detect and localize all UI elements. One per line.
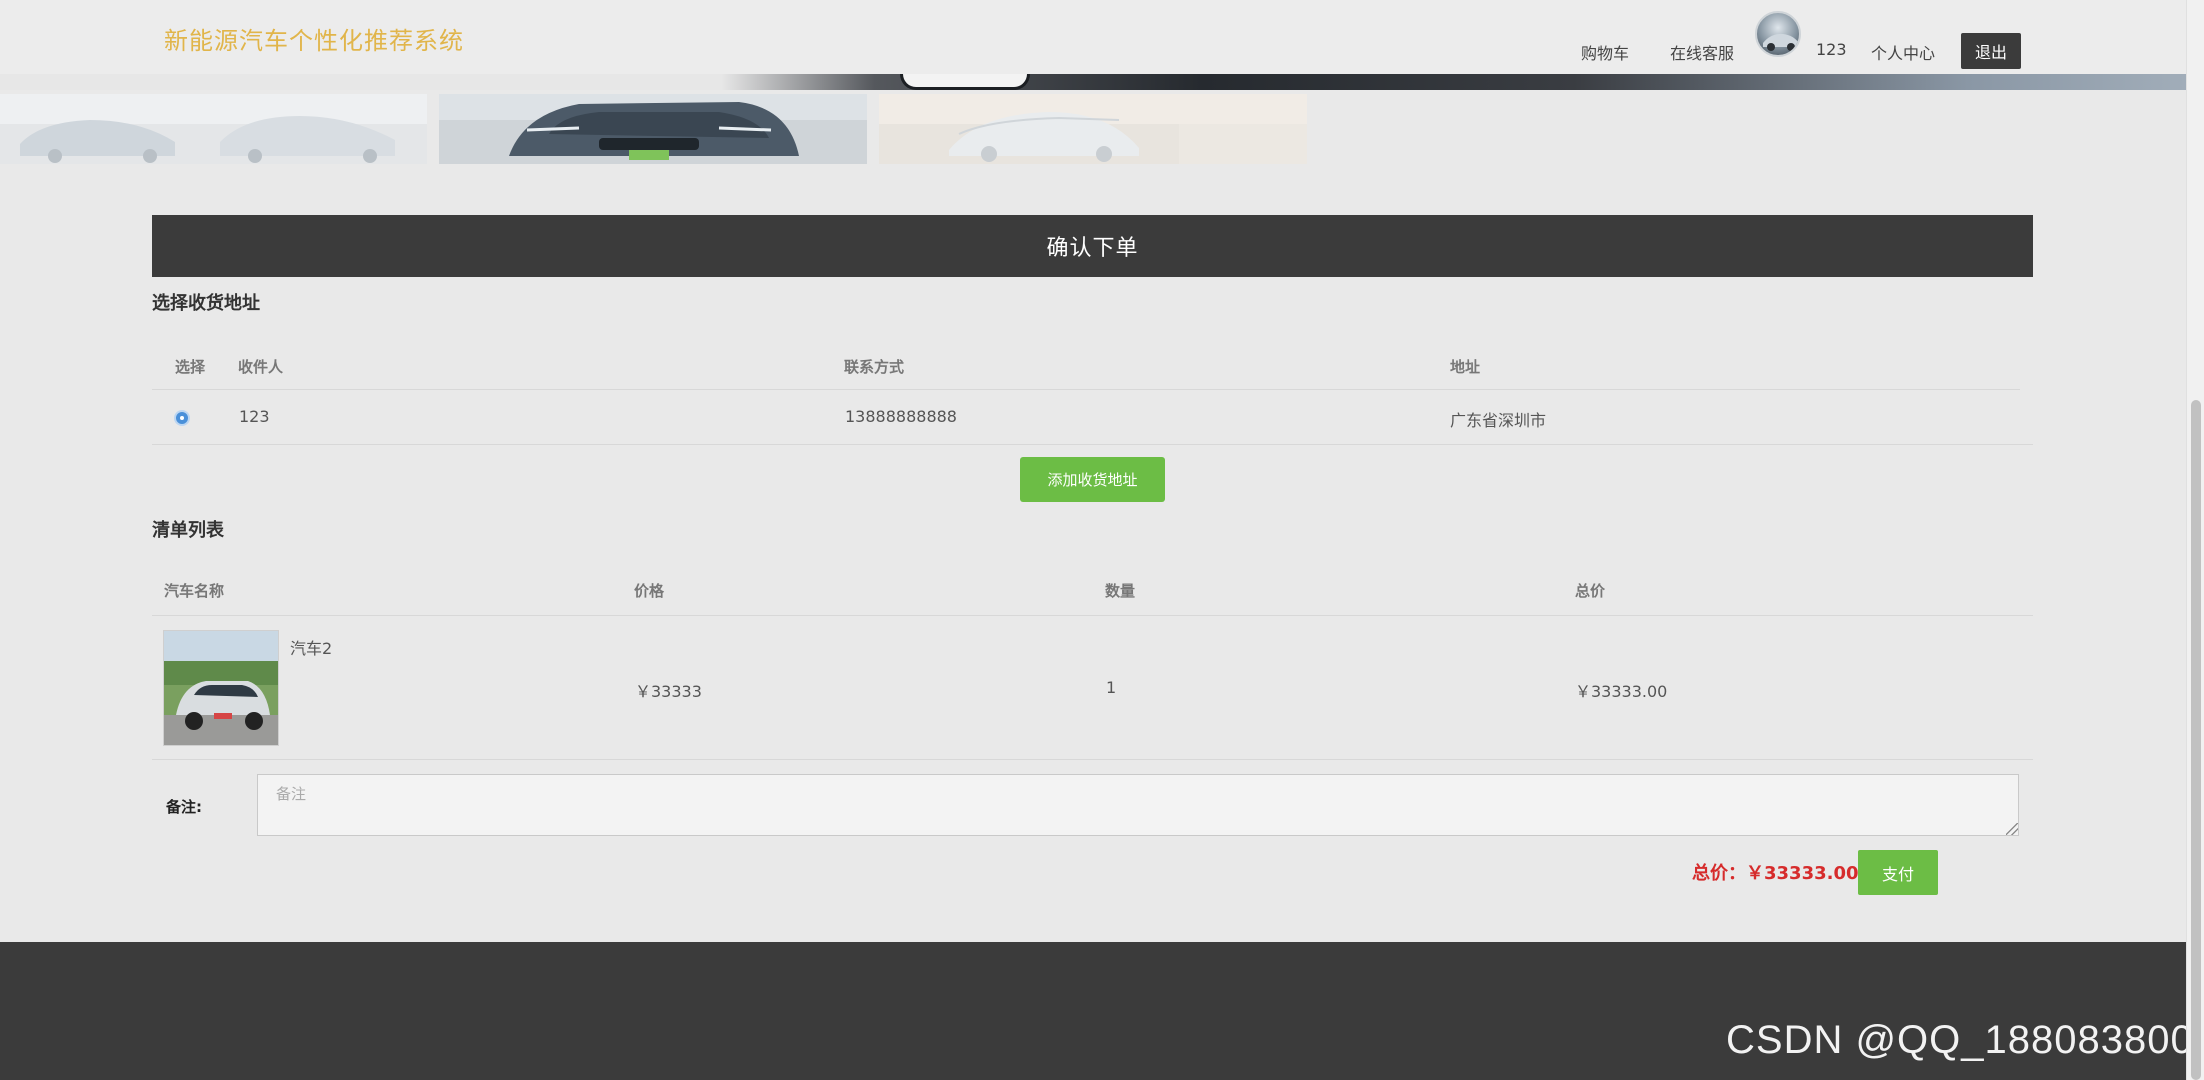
car-subtotal: ￥33333.00 (1575, 682, 1668, 701)
nav-cart-link[interactable]: 购物车 (1581, 40, 1629, 64)
car-photo-icon (0, 94, 427, 164)
car-thumbnail[interactable] (163, 630, 279, 746)
recipient-phone: 13888888888 (845, 407, 957, 426)
avatar[interactable] (1755, 11, 1801, 57)
banner-thumbnail[interactable] (0, 94, 427, 164)
column-header-car-name: 汽车名称 (164, 582, 225, 600)
recipient-name: 123 (239, 407, 270, 426)
table-row: 汽车2 ￥33333 1 ￥33333.00 (152, 616, 2033, 760)
nav-menu: 购物车 在线客服 123 个人中心 退出 (0, 0, 2186, 74)
address-section-title: 选择收货地址 (152, 293, 260, 314)
car-name[interactable]: 汽车2 (290, 635, 332, 659)
car-photo-icon (164, 631, 278, 745)
nav-service-link[interactable]: 在线客服 (1670, 40, 1734, 64)
order-total: 总价：￥33333.00 (1692, 863, 1859, 884)
remark-label: 备注: (166, 798, 202, 816)
banner-thumbnail[interactable] (879, 94, 1307, 164)
confirm-order-title-bar: 确认下单 (152, 215, 2033, 277)
page-scrollbar[interactable] (2186, 0, 2204, 1080)
banner-wheel-rim (900, 74, 1030, 90)
banner-thumbnail-active[interactable] (439, 94, 867, 164)
car-photo-icon (439, 94, 867, 164)
car-photo-icon (879, 94, 1307, 164)
column-header-quantity: 数量 (1105, 582, 1136, 600)
column-header-subtotal: 总价 (1575, 582, 1606, 600)
recipient-address: 广东省深圳市 (1450, 411, 1547, 430)
resize-grip-icon[interactable] (2006, 823, 2018, 835)
top-navbar: 新能源汽车个性化推荐系统 购物车 在线客服 123 个人中心 退出 (0, 0, 2186, 74)
column-header-address: 地址 (1450, 358, 1481, 376)
user-avatar-icon (1763, 33, 1799, 51)
logout-button[interactable]: 退出 (1961, 33, 2021, 69)
car-quantity: 1 (1106, 678, 1117, 697)
scrollbar-thumb[interactable] (2191, 400, 2201, 1080)
add-address-button[interactable]: 添加收货地址 (1020, 457, 1165, 502)
column-header-recipient: 收件人 (238, 358, 284, 376)
list-section-title: 清单列表 (152, 520, 224, 541)
banner-carousel-edge (0, 74, 2186, 90)
nav-username[interactable]: 123 (1816, 40, 1847, 59)
table-row[interactable]: 123 13888888888 广东省深圳市 (152, 390, 2033, 445)
address-radio-selected[interactable] (174, 410, 190, 426)
nav-profile-link[interactable]: 个人中心 (1871, 40, 1935, 64)
column-header-phone: 联系方式 (844, 358, 905, 376)
car-price: ￥33333 (635, 682, 702, 701)
remark-textarea[interactable] (257, 774, 2019, 836)
column-header-select: 选择 (175, 358, 206, 376)
address-table-header: 选择 收件人 联系方式 地址 (152, 345, 2020, 390)
csdn-watermark: CSDN @QQ_188083800 (1726, 1018, 2194, 1062)
column-header-price: 价格 (634, 582, 665, 600)
order-list-header: 汽车名称 价格 数量 总价 (152, 567, 2033, 616)
pay-button[interactable]: 支付 (1858, 850, 1938, 895)
